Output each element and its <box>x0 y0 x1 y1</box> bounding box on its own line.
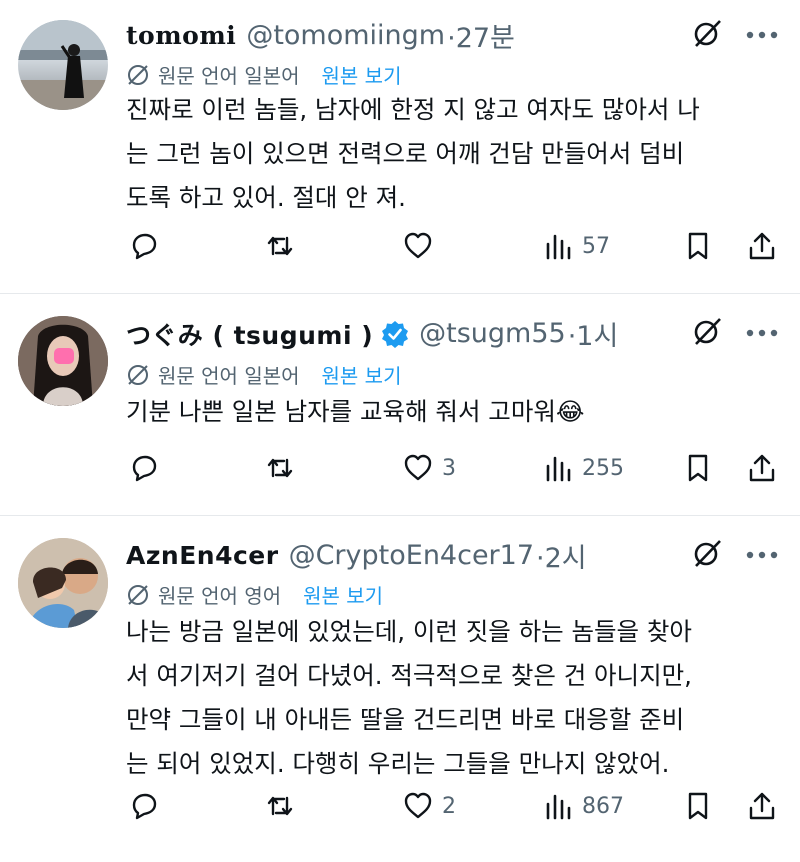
bookmark-icon <box>688 232 708 260</box>
user-handle[interactable]: @tsugm55 <box>419 318 566 349</box>
views-count: 255 <box>582 455 624 481</box>
more-icon[interactable] <box>742 540 782 570</box>
heart-icon <box>404 232 432 259</box>
views-count: 57 <box>582 233 610 259</box>
translation-language: 원문 언어 일본어 <box>158 364 300 388</box>
avatar-image <box>18 316 108 406</box>
reply-icon <box>132 793 157 820</box>
grok-icon[interactable] <box>692 18 722 48</box>
heart-icon <box>404 792 432 819</box>
translation-bar: 원문 언어 영어 원본 보기 <box>126 580 383 609</box>
like-button[interactable]: 2 <box>402 786 456 826</box>
views-button[interactable]: 255 <box>542 448 624 488</box>
reply-button[interactable] <box>128 448 168 488</box>
timestamp[interactable]: ·1시 <box>568 314 619 353</box>
share-icon <box>749 454 775 482</box>
retweet-icon <box>267 236 293 256</box>
globe-icon <box>128 64 148 85</box>
views-icon <box>546 794 571 820</box>
share-button[interactable] <box>746 226 778 266</box>
avatar[interactable] <box>18 20 108 110</box>
bookmark-button[interactable] <box>682 786 714 826</box>
retweet-button[interactable] <box>264 786 304 826</box>
tweet[interactable]: AznEn4cer @CryptoEn4cer17 ·2시 원문 언어 영어 원… <box>0 516 800 862</box>
more-icon[interactable] <box>742 318 782 348</box>
grok-icon[interactable] <box>692 316 722 346</box>
views-icon <box>546 456 571 482</box>
retweet-button[interactable] <box>264 226 304 266</box>
translation-bar: 원문 언어 일본어 원본 보기 <box>126 60 401 89</box>
bookmark-icon <box>688 454 708 482</box>
tweet-text-line: 나는 방금 일본에 있었는데, 이런 짓을 하는 놈들을 찾아 <box>126 617 692 646</box>
display-name[interactable]: tomomi <box>126 21 236 50</box>
reply-button[interactable] <box>128 226 168 266</box>
avatar[interactable] <box>18 316 108 406</box>
tweet-text-line: 만약 그들이 내 아내든 딸을 건드리면 바로 대응할 준비 <box>126 705 685 734</box>
reply-icon <box>132 455 157 482</box>
globe-icon <box>128 584 148 605</box>
views-count: 867 <box>582 793 624 819</box>
avatar[interactable] <box>18 538 108 628</box>
views-button[interactable]: 867 <box>542 786 624 826</box>
translation-language: 원문 언어 영어 <box>158 584 282 608</box>
display-name[interactable]: AznEn4cer <box>126 541 279 570</box>
verified-badge-icon[interactable] <box>381 320 409 348</box>
show-original-link[interactable]: 원본 보기 <box>303 580 383 609</box>
heart-icon <box>404 454 432 481</box>
tweet-header: tomomi @tomomiingm ·27분 <box>126 16 515 55</box>
show-original-link[interactable]: 원본 보기 <box>322 60 402 89</box>
views-icon <box>546 234 571 260</box>
tweet-header: つぐみ ( tsugumi ) @tsugm55 ·1시 <box>126 314 618 353</box>
tweet-text-line: 서 여기저기 걸어 다녔어. 적극적으로 찾은 건 아니지만, <box>126 661 692 690</box>
like-button[interactable] <box>402 226 442 266</box>
retweet-button[interactable] <box>264 448 304 488</box>
tweet-header: AznEn4cer @CryptoEn4cer17 ·2시 <box>126 536 587 575</box>
reply-icon <box>132 233 157 260</box>
share-button[interactable] <box>746 786 778 826</box>
share-icon <box>749 792 775 820</box>
action-bar: 57 <box>126 226 786 266</box>
bookmark-icon <box>688 792 708 820</box>
action-bar: 2 867 <box>126 786 786 826</box>
tweet-text-line: 는 그런 놈이 있으면 전력으로 어깨 건담 만들어서 덤비 <box>126 139 685 168</box>
display-name[interactable]: つぐみ ( tsugumi ) <box>126 316 373 352</box>
show-original-link[interactable]: 원본 보기 <box>322 360 402 389</box>
like-count: 2 <box>442 793 456 819</box>
bookmark-button[interactable] <box>682 448 714 488</box>
avatar-image <box>18 538 108 628</box>
tweet-text: 나는 방금 일본에 있었는데, 이런 짓을 하는 놈들을 찾아 서 여기저기 걸… <box>126 610 786 786</box>
like-count: 3 <box>442 455 456 481</box>
avatar-image <box>18 20 108 110</box>
reply-feed: tomomi @tomomiingm ·27분 원문 언어 일본어 원본 보기 … <box>0 0 800 862</box>
tweet-text-line: 진짜로 이런 놈들, 남자에 한정 지 않고 여자도 많아서 나 <box>126 95 700 124</box>
tweet-text-line: 기분 나쁜 일본 남자를 교육해 줘서 고마워😂 <box>126 397 585 426</box>
timestamp[interactable]: ·27분 <box>447 16 515 55</box>
share-icon <box>749 232 775 260</box>
user-handle[interactable]: @tomomiingm <box>246 20 445 51</box>
tweet-text-line: 도록 하고 있어. 절대 안 져. <box>126 183 406 212</box>
views-button[interactable]: 57 <box>542 226 610 266</box>
tweet-text-line: 는 되어 있었지. 다행히 우리는 그들을 만나지 않았어. <box>126 749 670 778</box>
more-icon[interactable] <box>742 20 782 50</box>
bookmark-button[interactable] <box>682 226 714 266</box>
translation-bar: 원문 언어 일본어 원본 보기 <box>126 360 401 389</box>
grok-icon[interactable] <box>692 538 722 568</box>
tweet[interactable]: つぐみ ( tsugumi ) @tsugm55 ·1시 원문 언어 일본어 원… <box>0 294 800 516</box>
user-handle[interactable]: @CryptoEn4cer17 <box>289 540 534 571</box>
retweet-icon <box>267 796 293 816</box>
tweet-text: 기분 나쁜 일본 남자를 교육해 줘서 고마워😂 <box>126 390 786 434</box>
tweet-text: 진짜로 이런 놈들, 남자에 한정 지 않고 여자도 많아서 나 는 그런 놈이… <box>126 88 786 220</box>
action-bar: 3 255 <box>126 448 786 488</box>
translation-language: 원문 언어 일본어 <box>158 64 300 88</box>
globe-icon <box>128 364 148 385</box>
timestamp[interactable]: ·2시 <box>536 536 587 575</box>
retweet-icon <box>267 458 293 478</box>
like-button[interactable]: 3 <box>402 448 456 488</box>
tweet[interactable]: tomomi @tomomiingm ·27분 원문 언어 일본어 원본 보기 … <box>0 0 800 294</box>
share-button[interactable] <box>746 448 778 488</box>
reply-button[interactable] <box>128 786 168 826</box>
